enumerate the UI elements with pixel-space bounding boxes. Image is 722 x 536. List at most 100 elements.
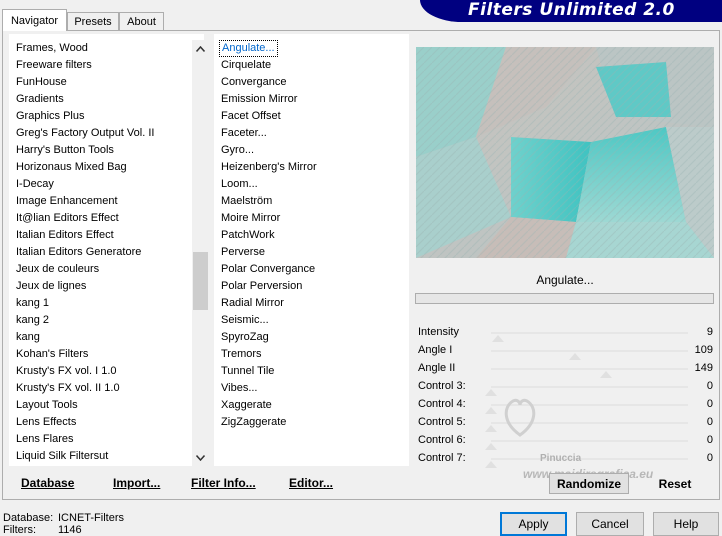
control-value[interactable]: 0	[707, 416, 713, 428]
filter-item[interactable]: Heizenberg's Mirror	[219, 159, 319, 176]
category-item[interactable]: It@lian Editors Effect	[14, 210, 121, 227]
cancel-button[interactable]: Cancel	[576, 512, 644, 536]
filter-item[interactable]: ZigZaggerate	[219, 414, 288, 431]
scroll-down-button[interactable]	[192, 449, 209, 466]
slider-thumb[interactable]	[485, 461, 497, 468]
category-item[interactable]: Greg's Factory Output Vol. II	[14, 125, 156, 142]
category-item[interactable]: Graphics Plus	[14, 108, 86, 125]
category-item[interactable]: Image Enhancement	[14, 193, 120, 210]
editor-button[interactable]: Editor...	[289, 476, 333, 490]
category-list[interactable]: Frames, Wood Freeware filters FunHouse Grad…	[9, 34, 209, 466]
control-value[interactable]: 0	[707, 434, 713, 446]
filter-item[interactable]: SpyroZag	[219, 329, 271, 346]
control-slider[interactable]	[485, 440, 688, 450]
filter-item[interactable]: Angulate...	[219, 40, 278, 57]
slider-thumb[interactable]	[600, 371, 613, 378]
category-item[interactable]: Gradients	[14, 91, 66, 108]
filter-item[interactable]: Facet Offset	[219, 108, 283, 125]
apply-button[interactable]: Apply	[500, 512, 567, 536]
category-item[interactable]: Italian Editors Effect	[14, 227, 116, 244]
filter-info-button[interactable]: Filter Info...	[191, 476, 256, 490]
control-slider[interactable]	[485, 458, 688, 468]
control-label: Control 5:	[418, 416, 466, 428]
filter-item[interactable]: Maelström	[219, 193, 274, 210]
category-item[interactable]: Freeware filters	[14, 57, 94, 74]
slider-thumb[interactable]	[485, 407, 497, 414]
category-item[interactable]: FunHouse	[14, 74, 69, 91]
control-value[interactable]: 0	[707, 380, 713, 392]
database-button[interactable]: Database	[21, 476, 74, 490]
control-slider[interactable]	[491, 350, 688, 360]
control-value[interactable]: 9	[707, 326, 713, 338]
category-scrollbar[interactable]	[192, 40, 209, 466]
slider-thumb[interactable]	[485, 443, 497, 450]
slider-thumb[interactable]	[569, 353, 582, 360]
filter-item[interactable]: Tremors	[219, 346, 264, 363]
filter-item[interactable]: Cirquelate	[219, 57, 273, 74]
control-row: Angle I 109	[415, 342, 715, 360]
filter-item[interactable]: Loom...	[219, 176, 260, 193]
filter-item[interactable]: Perverse	[219, 244, 267, 261]
category-item[interactable]: Lens Effects	[14, 414, 78, 431]
import-button[interactable]: Import...	[113, 476, 160, 490]
filter-list[interactable]: Angulate... Cirquelate Convergance Emission…	[214, 34, 409, 466]
tab-navigator[interactable]: Navigator	[2, 9, 67, 31]
tab-about[interactable]: About	[119, 12, 164, 31]
main-panel: Frames, Wood Freeware filters FunHouse Grad…	[2, 30, 720, 500]
filter-item[interactable]: Emission Mirror	[219, 91, 299, 108]
category-item[interactable]: kang 1	[14, 295, 51, 312]
filter-item[interactable]: Convergance	[219, 74, 288, 91]
category-item[interactable]: kang 2	[14, 312, 51, 329]
category-item[interactable]: Layout Tools	[14, 397, 80, 414]
selected-filter-name: Angulate...	[415, 269, 715, 291]
randomize-button[interactable]: Randomize	[549, 473, 629, 494]
filter-item[interactable]: Faceter...	[219, 125, 269, 142]
control-value[interactable]: 149	[695, 362, 713, 374]
filter-item[interactable]: PatchWork	[219, 227, 277, 244]
help-button[interactable]: Help	[653, 512, 719, 536]
control-value[interactable]: 0	[707, 452, 713, 464]
preview-art	[416, 47, 714, 258]
filter-item[interactable]: Moire Mirror	[219, 210, 282, 227]
category-item[interactable]: Lens Flares	[14, 431, 75, 448]
filter-item[interactable]: Radial Mirror	[219, 295, 286, 312]
control-value[interactable]: 0	[707, 398, 713, 410]
category-item[interactable]: Jeux de couleurs	[14, 261, 101, 278]
title-banner: Filters Unlimited 2.0	[420, 0, 722, 22]
filter-item[interactable]: Xaggerate	[219, 397, 274, 414]
category-item[interactable]: kang	[14, 329, 42, 346]
category-item[interactable]: Frames, Wood	[14, 40, 90, 57]
control-slider[interactable]	[485, 386, 688, 396]
filter-item[interactable]: Tunnel Tile	[219, 363, 276, 380]
list-actions-bar: Database Import... Filter Info... Editor…	[9, 472, 409, 496]
control-label: Control 6:	[418, 434, 466, 446]
control-value[interactable]: 109	[695, 344, 713, 356]
filter-item[interactable]: Gyro...	[219, 142, 256, 159]
category-item[interactable]: I-Decay	[14, 176, 56, 193]
slider-thumb[interactable]	[485, 425, 497, 432]
reset-button[interactable]: Reset	[637, 473, 713, 494]
filter-item[interactable]: Polar Perversion	[219, 278, 304, 295]
control-slider[interactable]	[491, 332, 688, 342]
category-item[interactable]: Jeux de lignes	[14, 278, 88, 295]
control-slider[interactable]	[491, 368, 688, 378]
scroll-thumb[interactable]	[193, 252, 208, 310]
category-item[interactable]: Harry's Button Tools	[14, 142, 116, 159]
filter-item[interactable]: Seismic...	[219, 312, 271, 329]
status-database-label: Database:	[3, 512, 54, 524]
category-item[interactable]: Krusty's FX vol. I 1.0	[14, 363, 119, 380]
category-item[interactable]: Liquid Silk Filtersut	[14, 448, 110, 465]
tab-presets[interactable]: Presets	[67, 12, 119, 31]
control-label: Control 7:	[418, 452, 466, 464]
control-row: Control 6: 0	[415, 432, 715, 450]
scroll-up-button[interactable]	[192, 40, 209, 57]
category-item[interactable]: Horizonaus Mixed Bag	[14, 159, 129, 176]
category-item[interactable]: Krusty's FX vol. II 1.0	[14, 380, 122, 397]
control-row: Angle II 149	[415, 360, 715, 378]
slider-thumb[interactable]	[485, 389, 497, 396]
category-item[interactable]: Kohan's Filters	[14, 346, 90, 363]
filter-item[interactable]: Polar Convergance	[219, 261, 317, 278]
category-item[interactable]: Italian Editors Generatore	[14, 244, 143, 261]
slider-thumb[interactable]	[491, 335, 504, 342]
filter-item[interactable]: Vibes...	[219, 380, 260, 397]
